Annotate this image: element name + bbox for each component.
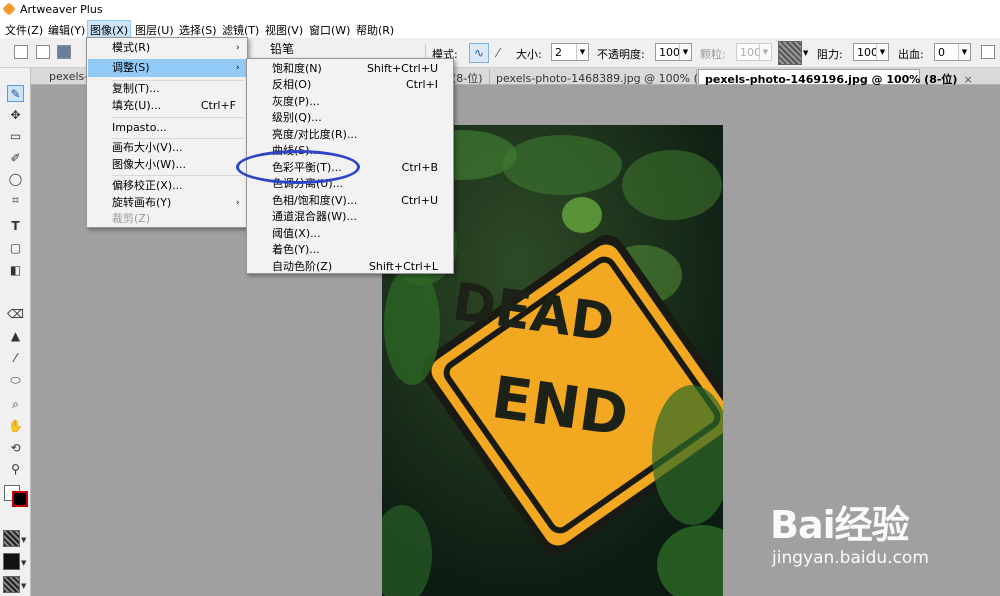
menu-edit[interactable]: 编辑(Y)	[48, 22, 85, 38]
chevron-down-icon: ▼	[958, 44, 970, 60]
magic-wand-tool-icon[interactable]: ✐	[7, 150, 24, 167]
shape-tool-icon[interactable]: ▢	[7, 240, 24, 257]
baidu-watermark: Bai经验 jingyan.baidu.com	[770, 490, 950, 580]
opacity-label: 不透明度:	[597, 48, 645, 61]
close-icon[interactable]: ×	[963, 73, 972, 86]
chevron-down-icon[interactable]: ▼	[803, 49, 808, 57]
menu-view[interactable]: 视图(V)	[265, 22, 303, 38]
pattern-preset-swatch[interactable]	[3, 553, 20, 570]
menu-item-invert[interactable]: 反相(O) Ctrl+I	[248, 76, 452, 94]
hand-tool-icon[interactable]: ✋	[7, 418, 24, 435]
image-menu: 模式(R) › 调整(S) › 复制(T)... 填充(U)... Ctrl+F Im…	[86, 37, 248, 228]
brush-tool-icon[interactable]: ✎	[7, 85, 24, 102]
grain-label: 颗粒:	[700, 48, 726, 61]
menu-item-colorize[interactable]: 着色(Y)...	[248, 241, 452, 259]
brush-preset-swatch[interactable]	[3, 576, 20, 593]
menu-file[interactable]: 文件(Z)	[5, 22, 43, 38]
watermark-url: jingyan.baidu.com	[772, 548, 929, 568]
resistance-label: 阻力:	[817, 48, 843, 61]
eyedropper-tool-icon[interactable]: ⁄	[7, 350, 24, 367]
lasso-tool-icon[interactable]: ◯	[7, 171, 24, 188]
brush-name: 铅笔	[270, 42, 295, 56]
opacity-combo[interactable]: 100 ▼	[655, 43, 692, 61]
zoom-tool-icon[interactable]: ⌕	[7, 396, 24, 413]
size-value: 2	[555, 46, 562, 59]
menu-item-channel-mixer[interactable]: 通道混合器(W)...	[248, 208, 452, 226]
menu-item-adjust[interactable]: 调整(S) ›	[88, 59, 246, 77]
app-title: Artweaver Plus	[20, 3, 103, 16]
bleed-label: 出血:	[898, 48, 924, 61]
new-file-icon[interactable]	[14, 45, 28, 59]
background-color-swatch[interactable]	[12, 491, 28, 507]
grain-value: 100	[740, 46, 761, 59]
menu-window[interactable]: 窗口(W)	[309, 22, 350, 38]
chevron-right-icon: ›	[236, 43, 240, 53]
chevron-down-icon: ▼	[759, 44, 771, 60]
save-file-icon[interactable]	[57, 45, 71, 59]
text-tool-icon[interactable]: T	[7, 218, 24, 235]
menu-item-impasto[interactable]: Impasto...	[88, 119, 246, 137]
straight-line-mode-icon[interactable]: ⁄	[488, 43, 508, 63]
menu-layer[interactable]: 图层(U)	[135, 22, 174, 38]
perspective-tool-icon[interactable]: ⚲	[7, 461, 24, 478]
chevron-down-icon: ▼	[679, 44, 691, 60]
menu-item-duplicate[interactable]: 复制(T)...	[88, 80, 246, 98]
app-logo-icon	[2, 2, 16, 16]
menu-filter[interactable]: 滤镜(T)	[222, 22, 259, 38]
open-file-icon[interactable]	[36, 45, 50, 59]
bleed-combo[interactable]: 0 ▼	[934, 43, 971, 61]
menu-item-canvas-size[interactable]: 画布大小(V)...	[88, 139, 246, 157]
resistance-combo[interactable]: 100 ▼	[853, 43, 889, 61]
gradient-tool-icon[interactable]: ◧	[7, 262, 24, 279]
tab-pexels-photo-1469196[interactable]: pexels-photo-1469196.jpg @ 100% (8-位) ×	[698, 69, 973, 86]
size-label: 大小:	[516, 48, 542, 61]
menu-item-fill[interactable]: 填充(U)... Ctrl+F	[88, 97, 246, 115]
watermark-logo: Bai经验	[770, 503, 910, 547]
menu-item-crop: 裁剪(Z)	[112, 212, 151, 225]
menu-separator	[111, 175, 243, 176]
rotate-view-tool-icon[interactable]: ⟲	[7, 440, 24, 457]
chevron-right-icon: ›	[236, 63, 240, 73]
menu-item-image-size[interactable]: 图像大小(W)...	[88, 156, 246, 174]
annotation-ellipse	[236, 150, 360, 184]
menu-item-auto-levels[interactable]: 自动色阶(Z) Shift+Ctrl+L	[248, 258, 452, 276]
menu-bar: 文件(Z) 编辑(Y) 图像(X) 图层(U) 选择(S) 滤镜(T) 视图(V…	[0, 19, 1000, 40]
menu-separator	[111, 117, 243, 118]
resistance-value: 100	[857, 46, 878, 59]
texture-preset-swatch[interactable]	[3, 530, 20, 547]
stamp-tool-icon[interactable]: ▲	[7, 328, 24, 345]
menu-select[interactable]: 选择(S)	[179, 22, 217, 38]
title-bar: Artweaver Plus	[0, 0, 1000, 19]
opacity-value: 100	[659, 46, 680, 59]
size-combo[interactable]: 2 ▼	[551, 43, 589, 61]
tab-label: pexels-photo-1469196.jpg @ 100% (8-位)	[705, 73, 958, 86]
move-tool-icon[interactable]: ✥	[7, 107, 24, 124]
chevron-down-icon[interactable]: ▼	[21, 536, 26, 544]
reset-icon[interactable]	[981, 45, 995, 59]
rect-select-tool-icon[interactable]: ▭	[7, 128, 24, 145]
bleed-value: 0	[938, 46, 945, 59]
tab-pexels-photo-1468389[interactable]: pexels-photo-1468389.jpg @ 100% (8-位)	[490, 69, 724, 85]
texture-swatch[interactable]	[778, 41, 802, 65]
eraser-tool-icon[interactable]: ⌫	[7, 306, 24, 323]
menu-help[interactable]: 帮助(R)	[356, 22, 394, 38]
menu-item-offset-correct[interactable]: 偏移校正(X)...	[88, 177, 246, 195]
chevron-down-icon[interactable]: ▼	[21, 559, 26, 567]
fill-tool-icon[interactable]: ⬭	[7, 372, 24, 389]
chevron-down-icon: ▼	[576, 44, 588, 60]
crop-tool-icon[interactable]: ⌗	[7, 192, 24, 209]
chevron-down-icon[interactable]: ▼	[21, 582, 26, 590]
freehand-mode-icon[interactable]: ∿	[469, 43, 489, 63]
grain-combo: 100 ▼	[736, 43, 772, 61]
menu-item-mode[interactable]: 模式(R) ›	[88, 39, 246, 57]
menu-item-levels[interactable]: 级别(Q)...	[248, 109, 452, 127]
toolbox: ✎ ✥ ▭ ✐ ◯ ⌗ T ▢ ◧ ⌫ ▲ ⁄ ⬭ ⌕ ✋ ⟲ ⚲ ▼ ▼ ▼	[0, 68, 31, 596]
chevron-down-icon: ▼	[876, 44, 888, 60]
